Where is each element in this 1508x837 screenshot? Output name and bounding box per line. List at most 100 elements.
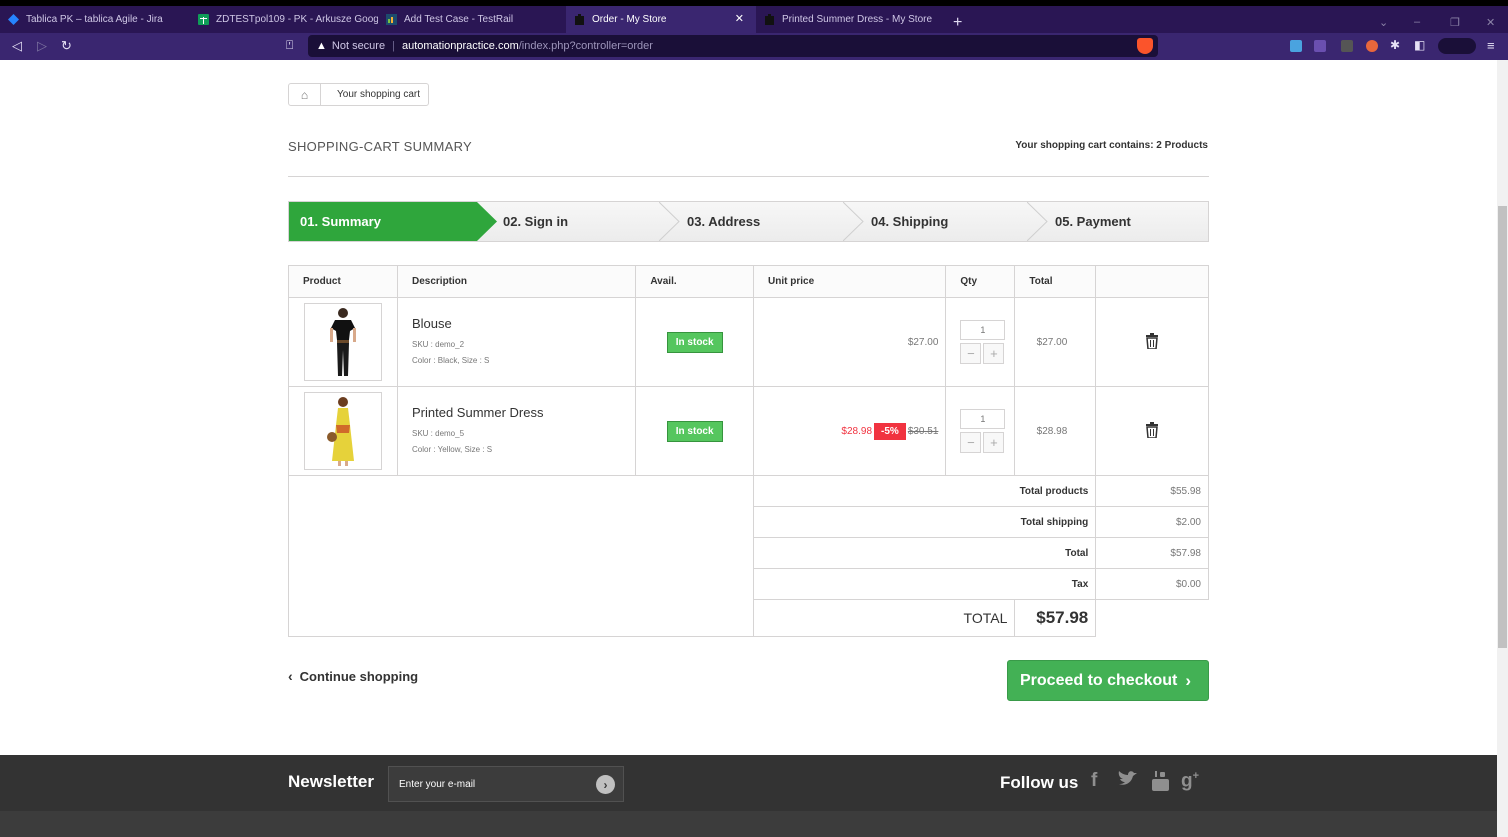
header-delete [1095,265,1209,298]
tax-label: Tax [753,568,1097,600]
puzzle-icon[interactable]: ✱ [1390,38,1400,52]
restore-icon[interactable]: ❐ [1450,16,1460,29]
minimize-icon[interactable]: – [1414,16,1420,28]
avail-cell: In stock [635,386,755,476]
tab-jira[interactable]: Tablica PK – tablica Agile - Jira [0,6,188,33]
tab-sheets[interactable]: ZDTESTpol109 - PK - Arkusze Google [190,6,378,33]
divider [288,176,1209,177]
nav-bar: ◁ ▷ ↻ ⍞ ▲ Not secure | automationpractic… [0,33,1508,60]
product-name-link[interactable]: Blouse [412,316,635,331]
unit-price-cell: $28.98 -5% $30.51 [753,386,947,476]
product-name-link[interactable]: Printed Summer Dress [412,405,635,420]
address-separator: | [392,40,395,52]
tax-value: $0.00 [1095,568,1209,600]
unit-price-cell: $27.00 [753,297,947,387]
facebook-icon[interactable]: f [1091,770,1097,792]
quantity-decrease-button[interactable]: − [960,343,982,364]
tab-search-icon[interactable]: ⌄ [1379,16,1388,29]
tab-testrail[interactable]: Add Test Case - TestRail [378,6,566,33]
step-label: 01. Summary [300,214,381,229]
product-image-cell [288,297,398,387]
breadcrumb: ⌂ Your shopping cart [288,83,430,106]
table-row: Blouse SKU : demo_2 Color : Black, Size … [288,297,1209,387]
warning-icon: ▲ [316,40,327,52]
profile-icon[interactable] [1438,38,1476,54]
quantity-input[interactable]: 1 [960,320,1006,340]
sheets-icon [198,14,209,25]
reload-icon[interactable]: ↻ [61,38,72,54]
total-shipping-label: Total shipping [753,506,1097,538]
step-address: 03. Address [687,202,760,241]
delete-cell [1095,297,1209,387]
trash-icon[interactable] [1145,332,1159,352]
new-tab-button[interactable]: + [953,15,962,31]
back-icon[interactable]: ◁ [12,38,22,54]
product-attributes: Color : Yellow, Size : S [412,444,493,454]
forward-icon[interactable]: ▷ [37,38,47,54]
description-cell: Printed Summer Dress SKU : demo_5 Color … [396,386,637,476]
sidebar-icon[interactable]: ◧ [1414,38,1425,52]
total-products-label: Total products [753,475,1097,507]
chevron-left-icon: ‹ [288,668,293,684]
step-label: 04. Shipping [871,214,949,229]
step-arrow [659,202,680,241]
tab-dress[interactable]: Printed Summer Dress - My Store [756,6,946,33]
quantity-increase-button[interactable]: + [983,432,1005,453]
bookmark-icon[interactable]: ⍞ [286,38,293,53]
not-secure-label: Not secure [331,40,386,52]
product-sku: SKU : demo_2 [412,339,465,349]
step-sign-in: 02. Sign in [503,202,568,241]
extension-icon[interactable] [1341,40,1353,52]
continue-shopping-link[interactable]: ‹ Continue shopping [288,668,418,684]
youtube-icon[interactable] [1151,770,1170,798]
qty-cell: 1 − + [945,386,1016,476]
product-image-dress[interactable] [304,392,382,470]
quantity-decrease-button[interactable]: − [960,432,982,453]
menu-icon[interactable]: ≡ [1487,38,1495,53]
stock-badge: In stock [666,420,723,442]
newsletter-placeholder: Enter your e-mail [399,778,476,790]
google-plus-icon[interactable]: g+ [1181,770,1199,792]
tab-order[interactable]: Order - My Store ✕ [566,6,756,33]
row-total: $28.98 [1036,425,1068,437]
quantity-increase-button[interactable]: + [983,343,1005,364]
stock-badge: In stock [666,331,723,353]
old-price: $30.51 [907,425,939,437]
trash-icon[interactable] [1145,421,1159,441]
step-label: 02. Sign in [503,214,569,229]
grand-total-label: TOTAL [753,599,1016,637]
address-bar[interactable]: ▲ Not secure | automationpractice.com /i… [308,35,1158,57]
step-arrow [843,202,864,241]
quantity-input[interactable]: 1 [960,409,1006,429]
home-icon[interactable]: ⌂ [289,84,321,105]
header-description: Description [396,265,637,298]
extension-icon[interactable] [1290,40,1302,52]
tab-bar: Tablica PK – tablica Agile - Jira ZDTEST… [0,6,1508,33]
header-total: Total [1014,265,1097,298]
grand-total-value: $57.98 [1014,599,1097,637]
tab-title: ZDTESTpol109 - PK - Arkusze Google [216,14,378,25]
url-host: automationpractice.com [401,40,519,52]
header-avail: Avail. [635,265,755,298]
newsletter-email-input[interactable]: Enter your e-mail › [388,766,624,802]
avail-cell: In stock [635,297,755,387]
chevron-right-icon: › [1185,670,1192,690]
continue-shopping-label: Continue shopping [299,668,419,684]
scrollbar-thumb[interactable] [1498,206,1507,648]
newsletter-submit-icon[interactable]: › [596,775,615,794]
product-image-blouse[interactable] [304,303,382,381]
unit-price: $27.00 [907,336,939,348]
newsletter-title: Newsletter [288,772,374,791]
summary-row-products: Total products $55.98 [287,475,1209,637]
brave-shield-icon[interactable] [1137,38,1153,54]
proceed-to-checkout-button[interactable]: Proceed to checkout › [1007,660,1209,701]
close-window-icon[interactable]: ✕ [1486,16,1495,29]
checkout-label: Proceed to checkout [1020,671,1178,689]
testrail-icon [386,14,397,25]
extension-icon[interactable] [1314,40,1326,52]
extension-icon[interactable] [1366,40,1378,52]
twitter-icon[interactable] [1118,770,1138,794]
breadcrumb-current: Your shopping cart [337,89,421,100]
close-tab-icon[interactable]: ✕ [735,12,744,25]
qty-cell: 1 − + [945,297,1016,387]
